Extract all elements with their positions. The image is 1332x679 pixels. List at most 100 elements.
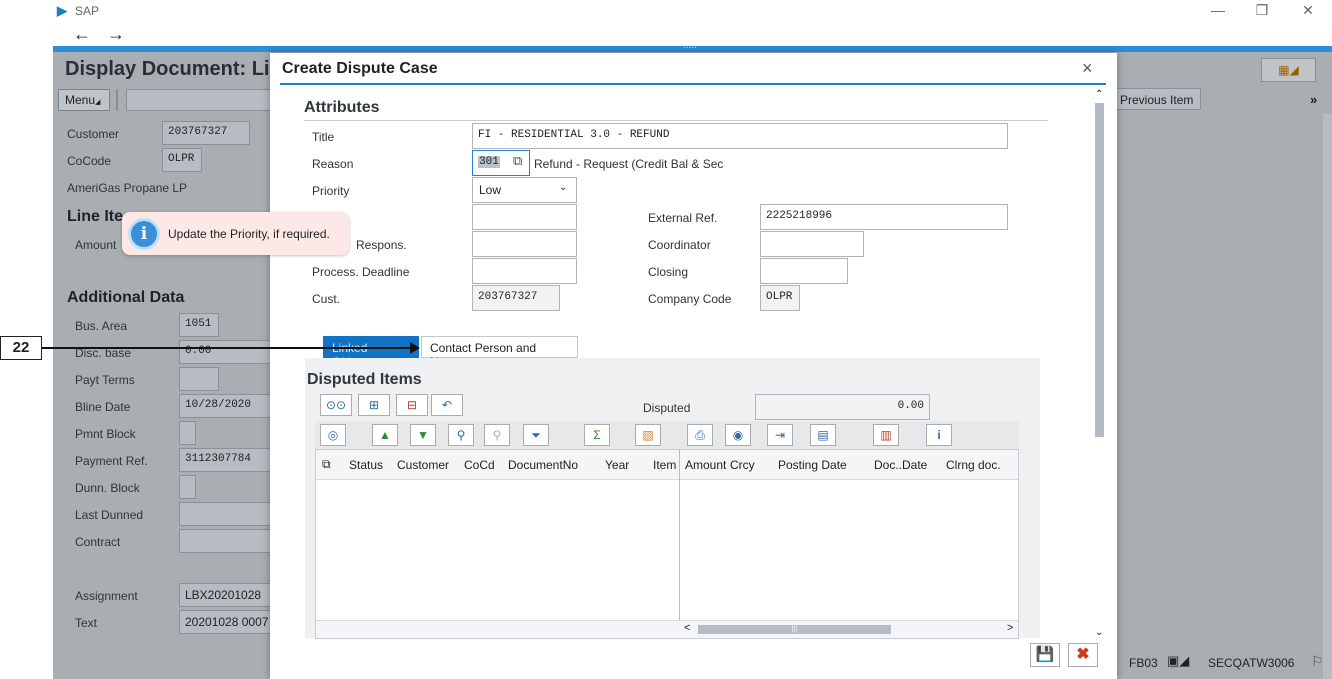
page-title: Display Document: Li <box>65 58 270 80</box>
close-window-button[interactable]: ✕ <box>1293 2 1323 19</box>
dialog-close-icon[interactable]: × <box>1082 58 1093 79</box>
bline-date-field[interactable]: 10/28/2020 <box>179 394 271 418</box>
last-dunned-field[interactable] <box>179 502 271 526</box>
text-field[interactable]: 20201028 0007 <box>179 610 271 634</box>
cancel-button[interactable]: ✖ <box>1068 643 1098 667</box>
coordinator-field[interactable] <box>760 231 864 257</box>
cust-field[interactable]: 203767327 <box>472 285 560 311</box>
company-name: AmeriGas Propane LP <box>67 181 188 195</box>
customer-field[interactable]: 203767327 <box>162 121 250 145</box>
sort-ascending-icon[interactable]: ▲ <box>372 424 398 446</box>
column-status[interactable]: Status <box>349 458 383 472</box>
column-cocd[interactable]: CoCd <box>464 458 495 472</box>
priority-dropdown[interactable]: Low ⌄ <box>472 177 577 203</box>
export-icon[interactable]: ⇥ <box>767 424 793 446</box>
remove-item-icon[interactable]: ⊟ <box>396 394 428 416</box>
subtotal-icon[interactable]: ▧ <box>635 424 661 446</box>
column-item[interactable]: Item <box>653 458 676 472</box>
undo-icon[interactable]: ↶ <box>431 394 463 416</box>
dunn-block-field[interactable] <box>179 475 196 499</box>
dialog-title: Create Dispute Case <box>282 60 438 77</box>
bline-date-label: Bline Date <box>75 400 131 414</box>
reason-field[interactable]: 301 ⧉ <box>472 150 530 176</box>
disputed-amount-field[interactable]: 0.00 <box>755 394 930 420</box>
find-next-icon[interactable]: ⚲ <box>484 424 510 446</box>
payment-ref-field[interactable]: 3112307784 <box>179 448 271 472</box>
coordinator-label: Coordinator <box>648 238 711 252</box>
company-code-field[interactable]: OLPR <box>760 285 800 311</box>
column-customer[interactable]: Customer <box>397 458 449 472</box>
column-amount[interactable]: Amount <box>685 458 726 472</box>
status-flag-icon[interactable]: ⚐ <box>1311 653 1324 670</box>
window-title-bar: ▶ SAP — ❐ ✕ <box>53 0 1332 24</box>
scroll-down-icon[interactable]: ⌄ <box>1095 627 1103 638</box>
restore-button[interactable]: ❐ <box>1247 2 1277 19</box>
customize-layout-icon[interactable]: ▦◢ <box>1261 58 1316 82</box>
column-documentno[interactable]: DocumentNo <box>508 458 578 472</box>
scroll-up-icon[interactable]: ⌃ <box>1095 89 1103 100</box>
column-clrng-doc[interactable]: Clrng doc. <box>946 458 1001 472</box>
external-ref-field[interactable]: 2225218996 <box>760 204 1008 230</box>
reason-label: Reason <box>312 157 354 171</box>
sort-descending-icon[interactable]: ▼ <box>410 424 436 446</box>
create-dispute-case-dialog: Create Dispute Case × Attributes Title F… <box>270 53 1117 679</box>
find-icon[interactable]: ⚲ <box>448 424 474 446</box>
closing-field[interactable] <box>760 258 848 284</box>
external-ref-label: External Ref. <box>648 211 718 225</box>
scroll-left-icon[interactable]: < <box>684 622 690 634</box>
deadline-field[interactable] <box>472 258 577 284</box>
closing-label: Closing <box>648 265 689 279</box>
disc-base-field[interactable]: 0.00 <box>179 340 271 364</box>
step-arrow-icon <box>410 342 420 354</box>
forward-arrow-icon[interactable]: → <box>107 24 125 45</box>
status-info-icon[interactable]: ▣◢ <box>1167 653 1189 669</box>
details-icon[interactable]: ◎ <box>320 424 346 446</box>
pmnt-block-field[interactable] <box>179 421 196 445</box>
print-icon[interactable]: ⎙ <box>687 424 713 446</box>
disputed-items-heading: Disputed Items <box>307 371 422 388</box>
grid-toolbar: ◎ ▲ ▼ ⚲ ⚲ ⏷ Σ ▧ ⎙ ◉ ⇥ ▤ ▥ i <box>315 421 1019 449</box>
priority-sub-field[interactable] <box>472 204 577 230</box>
contract-label: Contract <box>75 535 121 549</box>
payt-terms-field[interactable] <box>179 367 219 391</box>
scroll-right-icon[interactable]: > <box>1007 622 1013 634</box>
menu-label: Menu <box>65 93 96 107</box>
tab-contact-person-notes[interactable]: Contact Person and Notes <box>421 336 578 369</box>
title-field[interactable]: FI - RESIDENTIAL 3.0 - REFUND <box>472 123 1008 149</box>
menu-button[interactable]: Menu◢ <box>58 89 110 111</box>
value-help-icon[interactable]: ⧉ <box>513 154 522 169</box>
attributes-heading: Attributes <box>304 99 380 116</box>
grid-header: ⧉ Status Customer CoCd DocumentNo Year I… <box>316 450 1018 480</box>
filter-icon[interactable]: ⏷ <box>523 424 549 446</box>
add-item-icon[interactable]: ⊞ <box>358 394 390 416</box>
minimize-button[interactable]: — <box>1203 2 1233 18</box>
bus-area-field[interactable]: 1051 <box>179 313 219 337</box>
info-icon[interactable]: i <box>926 424 952 446</box>
back-arrow-icon[interactable]: ← <box>73 24 91 45</box>
dialog-scroll-thumb[interactable] <box>1095 103 1104 437</box>
payment-ref-label: Payment Ref. <box>75 454 148 468</box>
previous-item-button[interactable]: Previous Item <box>1113 88 1201 110</box>
save-button[interactable]: 💾 <box>1030 643 1060 667</box>
display-icon[interactable]: ⊙⊙ <box>320 394 352 416</box>
column-posting-date[interactable]: Posting Date <box>778 458 847 472</box>
sum-icon[interactable]: Σ <box>584 424 610 446</box>
graphic-icon[interactable]: ▥ <box>873 424 899 446</box>
more-chevron-icon[interactable]: » <box>1310 92 1317 107</box>
horizontal-scrollbar[interactable]: < ||| > <box>316 620 1018 638</box>
cocode-field[interactable]: OLPR <box>162 148 202 172</box>
column-year[interactable]: Year <box>605 458 629 472</box>
select-all-icon[interactable]: ⧉ <box>322 457 331 472</box>
respons-field[interactable] <box>472 231 577 257</box>
column-doc-date[interactable]: Doc..Date <box>874 458 927 472</box>
views-icon[interactable]: ◉ <box>725 424 751 446</box>
contract-field[interactable] <box>179 529 271 553</box>
scroll-thumb[interactable]: ||| <box>698 625 891 634</box>
assignment-field[interactable]: LBX20201028 <box>179 583 271 607</box>
column-crcy[interactable]: Crcy <box>730 458 755 472</box>
command-field[interactable] <box>126 89 276 111</box>
background-scrollbar[interactable] <box>1323 114 1332 679</box>
layout-icon[interactable]: ▤ <box>810 424 836 446</box>
resize-grip-icon[interactable]: ..... <box>683 40 697 51</box>
dialog-scrollbar[interactable]: ⌃ ⌄ <box>1094 89 1106 641</box>
